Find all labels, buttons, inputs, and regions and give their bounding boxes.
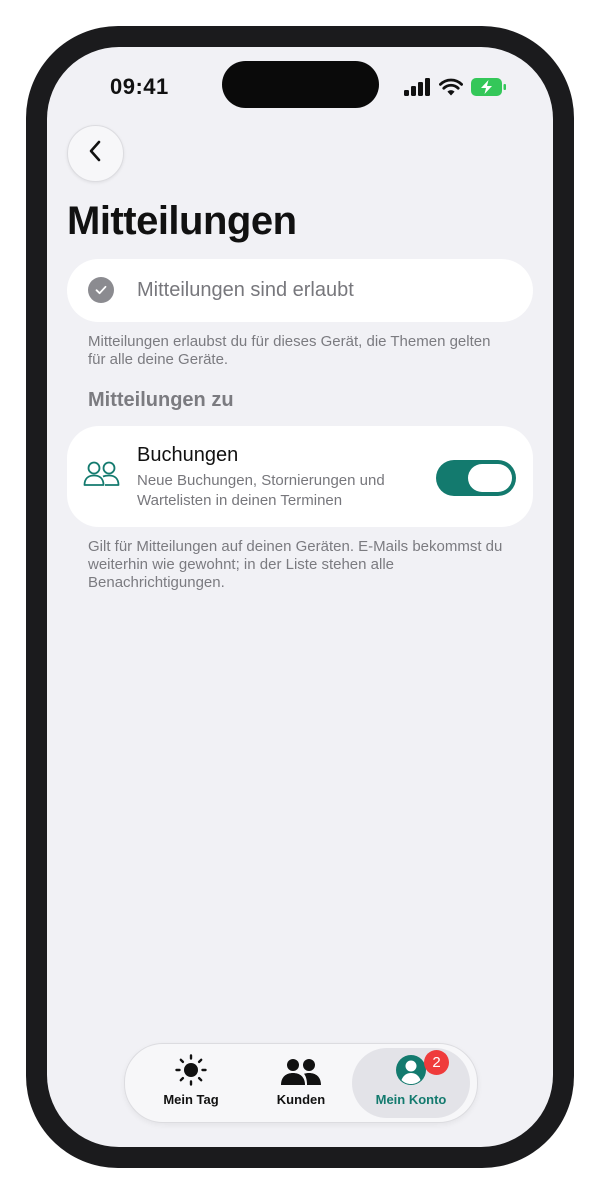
tab-label: Mein Tag [163,1092,219,1107]
checkmark-circle-icon [88,277,114,303]
wifi-icon [439,78,463,101]
bookings-title: Buchungen [137,444,239,466]
bookings-note: Gilt für Mitteilungen auf deinen Geräten… [88,538,503,591]
sun-icon [174,1048,208,1086]
tab-bar: Mein Tag Kunden Mein Konto 2 [124,1043,478,1123]
app-screen: 09:41 Mitteilungen Mitteilungen sind erl… [47,47,553,1147]
people-icon [83,460,121,493]
bookings-toggle[interactable] [436,460,516,496]
tab-mein-tag[interactable]: Mein Tag [134,1048,248,1118]
bookings-subtitle: Neue Buchungen, Stornierungen und Wartel… [137,472,385,509]
dynamic-island [222,61,379,108]
tab-mein-konto[interactable]: Mein Konto 2 [352,1048,470,1118]
bookings-setting-row: Buchungen Neue Buchungen, Stornierungen … [67,426,533,527]
tab-label: Mein Konto [375,1092,447,1107]
section-heading: Mitteilungen zu [88,389,234,411]
permission-status-text: Mitteilungen sind erlaubt [137,279,354,301]
status-time: 09:41 [110,74,169,99]
back-button[interactable] [67,125,124,182]
cellular-signal-icon [404,77,431,101]
status-icons [404,75,507,103]
toggle-knob [468,464,512,492]
account-icon [395,1048,427,1086]
people-icon [280,1048,322,1086]
page-title: Mitteilungen [67,199,297,243]
notification-badge: 2 [424,1050,449,1075]
notification-permission-row[interactable]: Mitteilungen sind erlaubt [67,259,533,322]
tab-kunden[interactable]: Kunden [244,1048,358,1118]
battery-charging-icon [471,77,507,101]
tab-label: Kunden [276,1092,326,1107]
permission-note: Mitteilungen erlaubst du für dieses Gerä… [88,333,491,368]
chevron-left-icon [86,139,106,168]
